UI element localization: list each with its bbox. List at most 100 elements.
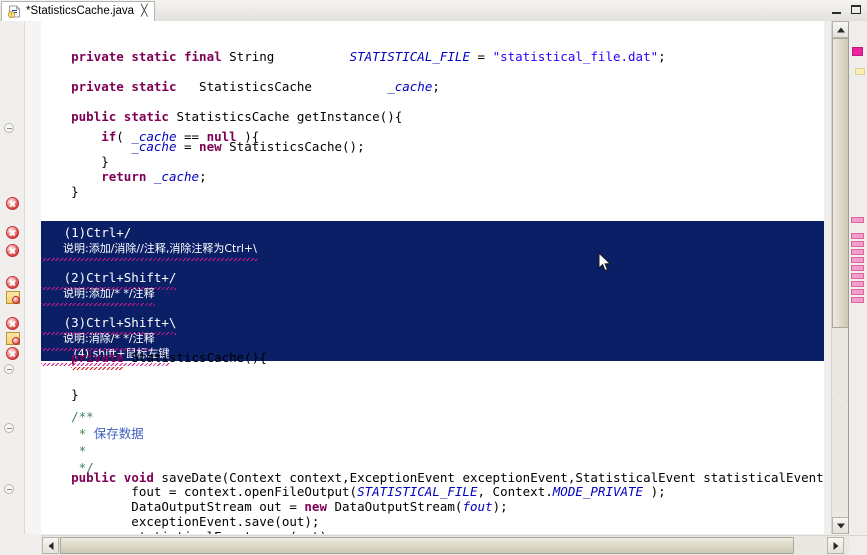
overview-ruler-marker[interactable] [851,265,864,271]
code-token: ); [492,499,508,514]
editor-tab-bar: ! *StatisticsCache.java ╳ [0,0,155,21]
vertical-scrollbar[interactable] [831,21,849,534]
code-token: private static final [71,49,222,64]
quickfix-icon [6,332,20,345]
arrow-up-icon [836,27,845,32]
overview-ruler-marker[interactable] [852,47,863,56]
selected-code-line: (2)Ctrl+Shift+/ [41,268,824,290]
minimize-button[interactable] [829,3,843,16]
overview-ruler-marker[interactable] [851,273,864,279]
maximize-button[interactable] [849,3,863,16]
fold-collapse-icon[interactable] [4,123,14,133]
selected-code-line: (3)Ctrl+Shift+\ [41,313,824,335]
code-token: statisticalEvent.save(out); [41,529,334,534]
code-token: ; [658,49,666,64]
scroll-up-button[interactable] [832,21,849,38]
selected-code-line [41,253,824,268]
horizontal-scrollbar[interactable] [41,535,867,555]
arrow-right-icon [833,541,838,550]
error-marker[interactable] [6,244,20,258]
error-icon [6,317,19,330]
code-block-selected: (1)Ctrl+/说明:添加/消除//注释,消除注释为Ctrl+\ (2)Ctr… [41,223,824,366]
fold-collapse-icon[interactable] [4,423,14,433]
code-token: } [41,387,79,402]
svg-text:!: ! [10,12,12,17]
minimize-icon [831,11,841,14]
error-marker[interactable] [6,226,20,240]
code-token: ; [432,79,440,94]
code-token: "statistical_file.dat" [492,49,659,64]
overview-ruler-marker[interactable] [851,257,864,263]
code-token: _cache [387,79,433,94]
code-token: MODE_PRIVATE [552,484,644,499]
error-icon [6,244,19,257]
code-token: public static [71,109,169,124]
code-token: = [176,139,200,154]
selected-code-line: (1)Ctrl+/ [41,223,824,240]
selected-code-line [41,298,824,313]
error-marker[interactable] [6,347,20,361]
overview-ruler-marker[interactable] [851,217,864,223]
code-token: String [221,49,350,64]
code-line: } [41,182,79,202]
selected-code-line: 说明:添加/* */注释 [41,283,824,306]
code-token: ); [643,484,666,499]
editor-tab-statisticscache[interactable]: ! *StatisticsCache.java ╳ [1,0,155,21]
maximize-icon [851,5,861,14]
editor-tab-label: *StatisticsCache.java [26,5,135,17]
code-token: private static [71,79,177,94]
folding-gutter[interactable] [25,21,42,534]
close-icon[interactable]: ╳ [141,5,148,17]
error-icon [6,197,19,210]
error-marker[interactable] [6,317,20,331]
code-token: /** [41,409,94,424]
code-line: } [41,385,79,405]
code-token: = [469,49,493,64]
code-token: STATISTICAL_FILE [349,49,470,64]
horizontal-scroll-thumb[interactable] [60,537,794,554]
arrow-left-icon [48,541,53,550]
code-token: return [101,169,147,184]
code-token: new [199,139,222,154]
error-badge-icon [12,337,20,345]
scroll-right-button[interactable] [827,537,844,554]
quickfix-marker[interactable] [6,291,20,305]
overview-ruler[interactable] [848,21,867,534]
code-token: StatisticsCache [176,79,388,94]
overview-ruler-marker[interactable] [851,241,864,247]
code-token: private [71,348,124,370]
scroll-left-button[interactable] [42,537,59,554]
error-marker[interactable] [6,197,20,211]
title-bar: ! *StatisticsCache.java ╳ [0,0,867,22]
fold-collapse-icon[interactable] [4,364,14,374]
code-text-area[interactable]: private static final String STATISTICAL_… [41,21,824,534]
overview-ruler-marker[interactable] [855,68,865,75]
error-badge-icon [12,296,20,304]
overview-ruler-marker[interactable] [851,289,864,295]
vertical-scroll-thumb[interactable] [832,38,849,328]
code-token: StatisticsCache(); [221,139,365,154]
quickfix-marker[interactable] [6,332,20,346]
code-line: private static StatisticsCache _cache; [41,77,440,97]
overview-ruler-marker[interactable] [851,233,864,239]
code-token: _cache [153,169,200,184]
selected-code-line: 说明:添加/消除//注释,消除注释为Ctrl+\ [41,238,824,261]
overview-ruler-marker[interactable] [851,281,864,287]
code-token: StatisticsCache getInstance(){ [168,109,403,124]
overview-ruler-marker[interactable] [851,297,864,303]
scroll-down-button[interactable] [832,517,849,534]
editor-body: private static final String STATISTICAL_… [0,21,867,555]
selected-code-line: 说明:消除/* */注释 [41,328,824,351]
code-line: statisticalEvent.save(out); [41,527,334,534]
code-token: fout [462,499,493,514]
fold-collapse-icon[interactable] [4,484,14,494]
error-marker[interactable] [6,276,20,290]
code-line: public static StatisticsCache getInstanc… [41,107,402,127]
overview-ruler-marker[interactable] [851,249,864,255]
code-token: 保存数据 [93,426,144,441]
error-icon [6,276,19,289]
